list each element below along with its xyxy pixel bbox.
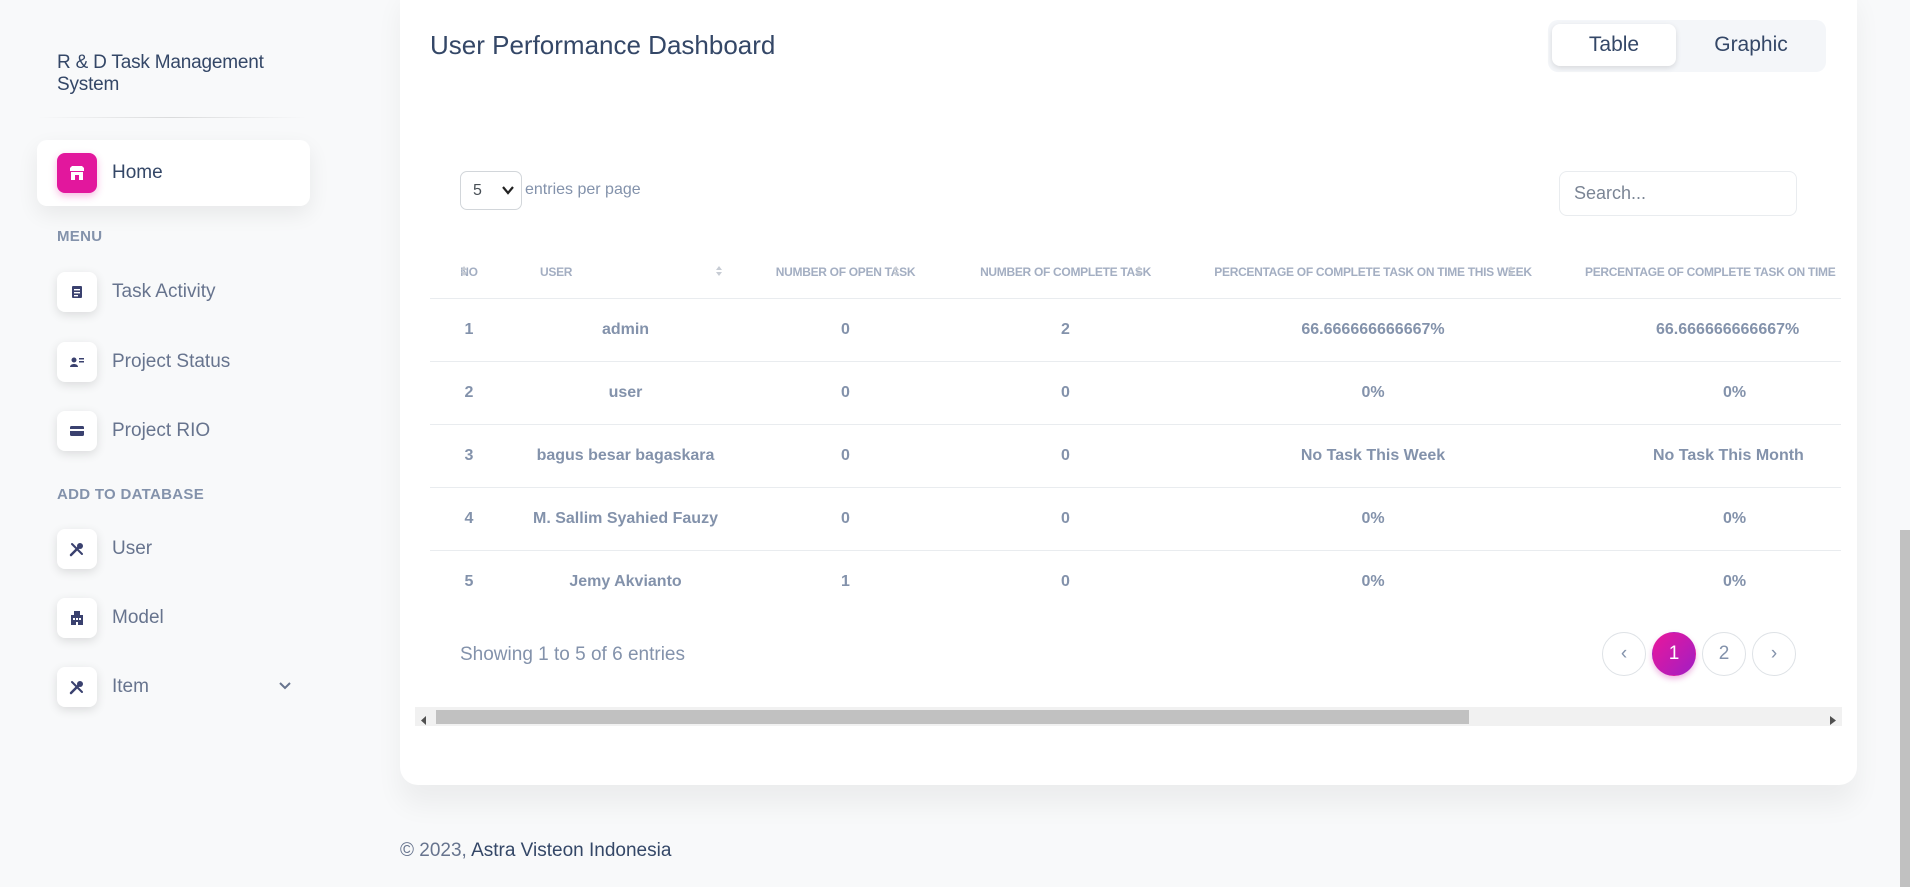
cell-complete-task: 2 [948,298,1183,362]
sidebar-item-item[interactable]: Item [37,654,310,720]
entries-label: entries per page [525,181,641,198]
sidebar-item-label: Item [112,676,149,697]
sort-icon [715,265,723,280]
page-2-button[interactable]: 2 [1702,632,1746,676]
cell-user: admin [508,298,743,362]
sidebar-item-label: Model [112,607,164,628]
sidebar-item-project-rio[interactable]: Project RIO [37,398,310,464]
cell-percentage-month: 0% [1563,361,1841,425]
sidebar-item-label: Home [112,162,163,183]
sort-icon [892,265,900,280]
scroll-left-icon[interactable] [421,712,427,730]
cell-open-task: 1 [743,550,948,606]
brand-title[interactable]: R & D Task Management System [57,52,330,96]
column-header-no[interactable]: NO [430,246,508,299]
sort-icon [1507,265,1515,280]
scroll-right-icon[interactable] [1830,712,1836,730]
column-header-percentage-month[interactable]: PERCENTAGE OF COMPLETE TASK ON TIME [1563,246,1841,299]
table-row: 3 bagus besar bagaskara 0 0 No Task This… [430,424,1841,488]
cell-percentage-week: 66.666666666667% [1183,298,1563,362]
table-info: Showing 1 to 5 of 6 entries [460,644,685,665]
sidebar-item-task-activity[interactable]: Task Activity [37,259,310,325]
performance-table: NO USER NUMBER OF OPEN TASK NUMBER OF CO… [430,246,1841,606]
sort-icon [460,265,468,280]
cell-percentage-week: 0% [1183,361,1563,425]
vertical-scrollbar-thumb[interactable] [1900,530,1910,887]
company-link[interactable]: Astra Visteon Indonesia [471,840,671,861]
sidebar-item-home[interactable]: Home [37,140,310,206]
tools-icon [57,529,97,569]
cell-open-task: 0 [743,361,948,425]
cell-percentage-week: No Task This Week [1183,424,1563,488]
page-title: User Performance Dashboard [430,30,776,60]
cell-user: M. Sallim Syahied Fauzy [508,487,743,551]
pagination: ‹ 1 2 › [1602,632,1796,676]
footer: © 2023, Astra Visteon Indonesia [400,840,671,862]
entries-value: 5 [473,181,482,199]
cell-open-task: 0 [743,298,948,362]
cell-open-task: 0 [743,424,948,488]
cell-open-task: 0 [743,487,948,551]
cell-percentage-month: 0% [1563,487,1841,551]
shop-icon [57,153,97,193]
cell-no: 3 [430,424,508,488]
sidebar-item-label: User [112,538,153,559]
column-header-percentage-week[interactable]: PERCENTAGE OF COMPLETE TASK ON TIME THIS… [1183,246,1563,299]
next-page-button[interactable]: › [1752,632,1796,676]
menu-heading: MENU [57,228,103,245]
cell-no: 5 [430,550,508,606]
chevron-down-icon[interactable] [278,678,292,696]
table-row: 4 M. Sallim Syahied Fauzy 0 0 0% 0% [430,487,1841,551]
cell-user: user [508,361,743,425]
tab-table[interactable]: Table [1552,24,1676,66]
scrollbar-thumb[interactable] [436,710,1469,724]
sort-icon [1135,265,1143,280]
chevron-down-icon [501,183,515,202]
cell-no: 2 [430,361,508,425]
cell-percentage-month: 66.666666666667% [1563,298,1841,362]
cell-user: bagus besar bagaskara [508,424,743,488]
cell-complete-task: 0 [948,550,1183,606]
credit-card-icon [57,411,97,451]
prev-page-button[interactable]: ‹ [1602,632,1646,676]
tools-icon [57,667,97,707]
sidebar-item-project-status[interactable]: Project Status [37,329,310,395]
id-card-icon [57,342,97,382]
table-row: 2 user 0 0 0% 0% [430,361,1841,425]
column-header-complete-task[interactable]: NUMBER OF COMPLETE TASK [948,246,1183,299]
sidebar-item-label: Project RIO [112,420,211,441]
cell-percentage-week: 0% [1183,550,1563,606]
cell-user: Jemy Akvianto [508,550,743,606]
cell-percentage-month: 0% [1723,572,1747,590]
cell-no: 4 [430,487,508,551]
sidebar: R & D Task Management System Home MENU T… [0,0,330,887]
table-header-row: NO USER NUMBER OF OPEN TASK NUMBER OF CO… [430,246,1841,299]
cell-no: 1 [430,298,508,362]
sidebar-item-user[interactable]: User [37,516,310,582]
sidebar-item-label: Task Activity [112,281,216,302]
search-input[interactable] [1559,171,1797,216]
column-header-user[interactable]: USER [508,246,743,299]
table-row: 1 admin 0 2 66.666666666667% 66.66666666… [430,298,1841,362]
column-header-open-task[interactable]: NUMBER OF OPEN TASK [743,246,948,299]
sidebar-item-model[interactable]: Model [37,585,310,651]
copyright-text: © 2023, [400,840,467,861]
tab-graphic[interactable]: Graphic [1680,24,1822,66]
building-icon [57,598,97,638]
data-table-container: NO USER NUMBER OF OPEN TASK NUMBER OF CO… [430,246,1841,606]
page-1-button[interactable]: 1 [1652,632,1696,676]
add-to-database-heading: ADD TO DATABASE [57,486,204,503]
entries-per-page-select[interactable]: 5 [460,171,522,210]
view-toggle: Table Graphic [1548,20,1826,72]
divider [37,117,307,118]
cell-complete-task: 0 [948,487,1183,551]
table-row: 5 Jemy Akvianto 1 0 0% 0% [430,550,1841,606]
cell-complete-task: 0 [948,424,1183,488]
horizontal-scrollbar[interactable] [415,707,1842,726]
document-icon [57,272,97,312]
cell-complete-task: 0 [948,361,1183,425]
sidebar-item-label: Project Status [112,351,231,372]
cell-percentage-week: 0% [1183,487,1563,551]
cell-percentage-month: No Task This Month [1563,424,1841,488]
